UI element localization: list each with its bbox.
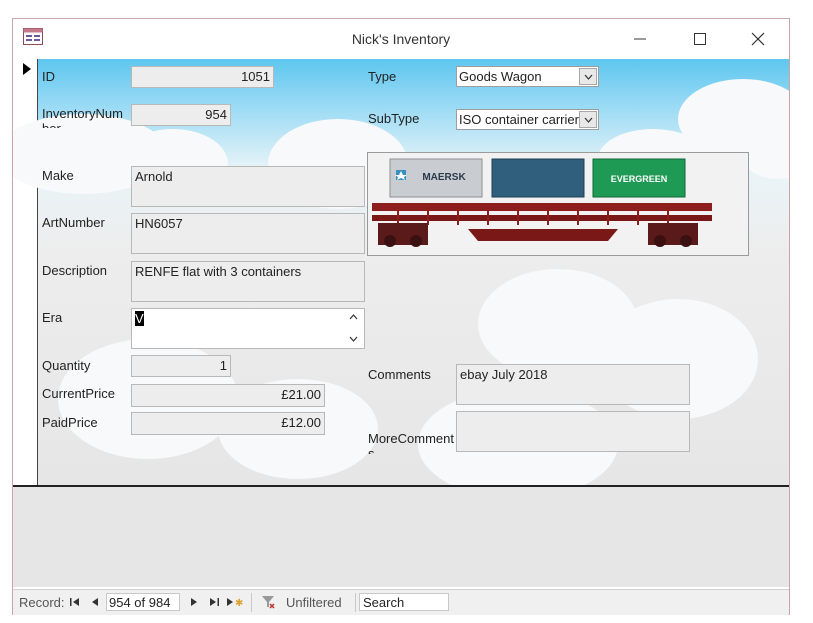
chevron-down-icon <box>584 74 592 80</box>
svg-text:✱: ✱ <box>235 598 243 607</box>
form-footer-section <box>13 485 789 587</box>
close-icon <box>751 32 765 46</box>
make-label: Make <box>42 168 74 183</box>
description-label: Description <box>42 263 108 278</box>
era-selected-text: V <box>135 311 144 326</box>
comments-field[interactable]: ebay July 2018 <box>456 364 690 405</box>
filter-status[interactable]: Unfiltered <box>286 595 342 610</box>
item-picture[interactable]: MAERSK EVERGREEN <box>367 152 749 256</box>
current-price-field[interactable]: £21.00 <box>131 384 325 407</box>
close-button[interactable] <box>735 25 781 53</box>
scroll-down-icon[interactable] <box>349 336 358 342</box>
chevron-down-icon <box>584 117 592 123</box>
separator <box>355 593 356 612</box>
next-record-icon <box>191 598 197 606</box>
current-record-input[interactable]: 954 of 984 <box>106 593 180 611</box>
make-field[interactable]: Arnold <box>131 166 365 207</box>
description-field[interactable]: RENFE flat with 3 containers <box>131 261 365 302</box>
separator <box>251 593 252 612</box>
type-value: Goods Wagon <box>459 69 542 84</box>
maersk-text: MAERSK <box>422 172 466 183</box>
era-label: Era <box>42 310 63 325</box>
search-input[interactable]: Search <box>359 593 449 611</box>
inventory-number-field[interactable]: 954 <box>131 104 231 126</box>
comments-label: Comments <box>368 367 431 382</box>
art-number-field[interactable]: HN6057 <box>131 213 365 254</box>
inventory-number-label: InventoryNumber <box>42 106 123 128</box>
last-record-icon <box>210 598 219 606</box>
type-dropdown-button[interactable] <box>579 68 597 85</box>
minimize-button[interactable] <box>617 25 663 53</box>
current-record-arrow-icon <box>23 63 31 75</box>
current-price-label: CurrentPrice <box>42 386 115 401</box>
filter-icon <box>262 596 275 609</box>
new-record-icon: ✱ <box>227 598 243 607</box>
type-label: Type <box>368 69 397 84</box>
sub-type-value: ISO container carrier <box>459 112 579 127</box>
last-record-button[interactable] <box>207 594 221 610</box>
maximize-button[interactable] <box>677 25 723 53</box>
previous-record-icon <box>92 598 98 606</box>
sub-type-combo[interactable]: ISO container carrier <box>456 109 599 130</box>
filter-toggle-button[interactable] <box>261 594 275 610</box>
id-label: ID <box>42 69 55 84</box>
record-label: Record: <box>19 595 65 610</box>
next-record-button[interactable] <box>187 594 201 610</box>
evergreen-text: EVERGREEN <box>611 174 668 184</box>
more-comments-label: MoreComments <box>368 431 454 454</box>
app-window: Nick's Inventory ID 1051 InventoryNum 95… <box>12 18 790 615</box>
era-field[interactable]: V <box>131 308 365 349</box>
window-title: Nick's Inventory <box>351 31 451 47</box>
id-field[interactable]: 1051 <box>131 66 274 88</box>
new-record-button[interactable]: ✱ <box>225 594 245 610</box>
art-number-label: ArtNumber <box>42 215 105 230</box>
form-detail-section: ID 1051 InventoryNumber 954 Make Arnold … <box>13 59 789 485</box>
wagon-photo: MAERSK EVERGREEN <box>368 153 748 255</box>
record-navigation-bar: Record: 954 of 984 ✱ Unfiltered Search <box>13 589 789 615</box>
sub-type-dropdown-button[interactable] <box>579 111 597 128</box>
title-bar: Nick's Inventory <box>13 19 789 59</box>
more-comments-field[interactable] <box>456 411 690 452</box>
maximize-icon <box>694 33 706 45</box>
previous-record-button[interactable] <box>88 594 102 610</box>
paid-price-label: PaidPrice <box>42 415 98 430</box>
type-combo[interactable]: Goods Wagon <box>456 66 599 87</box>
paid-price-field[interactable]: £12.00 <box>131 412 325 435</box>
quantity-label: Quantity <box>42 358 91 373</box>
scroll-up-icon[interactable] <box>349 314 358 320</box>
quantity-field[interactable]: 1 <box>131 355 231 377</box>
sub-type-label: SubType <box>368 111 420 126</box>
minimize-icon <box>634 38 646 40</box>
first-record-icon <box>70 598 79 606</box>
first-record-button[interactable] <box>68 594 82 610</box>
